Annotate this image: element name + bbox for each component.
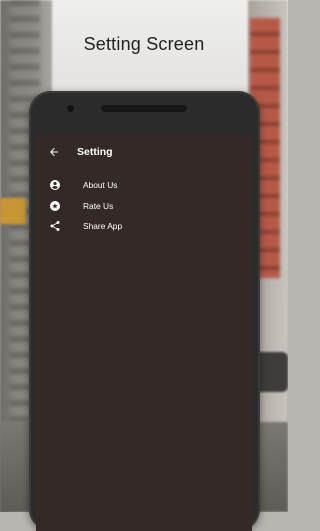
headline: Setting Screen <box>83 34 205 54</box>
menu-item-about-us[interactable]: About Us <box>36 175 252 196</box>
account-circle-icon <box>48 178 62 192</box>
menu-item-label: Share App <box>83 221 123 232</box>
page-title: Setting <box>77 145 113 158</box>
front-camera <box>67 105 74 112</box>
toolbar: Setting <box>36 135 252 168</box>
menu-item-label: Rate Us <box>83 200 114 211</box>
app-screen: Setting About Us Rate Us Share App <box>36 135 252 531</box>
phone-frame: Setting About Us Rate Us Share App <box>29 91 260 531</box>
arrow-left-icon[interactable] <box>45 143 63 161</box>
menu-item-label: About Us <box>83 180 118 191</box>
menu-item-share-app[interactable]: Share App <box>36 216 252 237</box>
menu-item-rate-us[interactable]: Rate Us <box>36 196 252 217</box>
speaker-grille <box>101 105 187 112</box>
share-icon <box>48 219 62 233</box>
settings-menu: About Us Rate Us Share App <box>36 175 252 237</box>
street-sign <box>0 198 26 224</box>
star-circle-icon <box>48 199 62 213</box>
